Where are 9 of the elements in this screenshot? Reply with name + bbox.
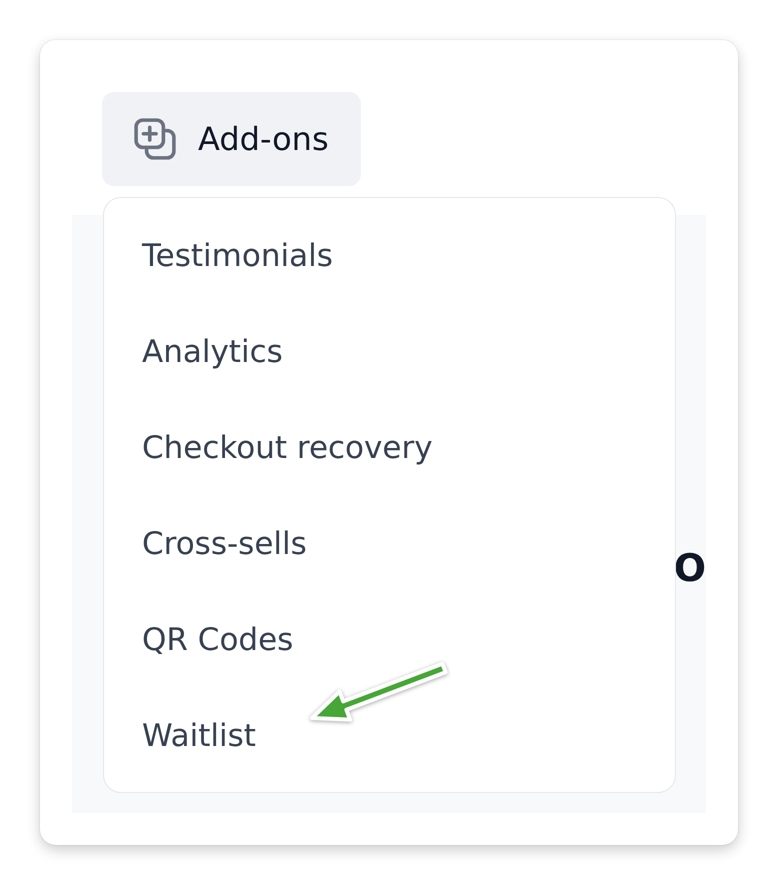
menu-item[interactable]: QR Codes <box>104 592 675 688</box>
menu-item[interactable]: Cross-sells <box>104 496 675 592</box>
menu-item[interactable]: Waitlist <box>104 688 675 784</box>
heading-text: O <box>674 548 706 588</box>
menu-item[interactable]: Analytics <box>104 304 675 400</box>
squares-plus-icon <box>134 118 176 160</box>
menu-item[interactable]: Checkout recovery <box>104 400 675 496</box>
add-ons-button[interactable]: Add-ons <box>102 92 361 186</box>
menu-item[interactable]: Testimonials <box>104 208 675 304</box>
